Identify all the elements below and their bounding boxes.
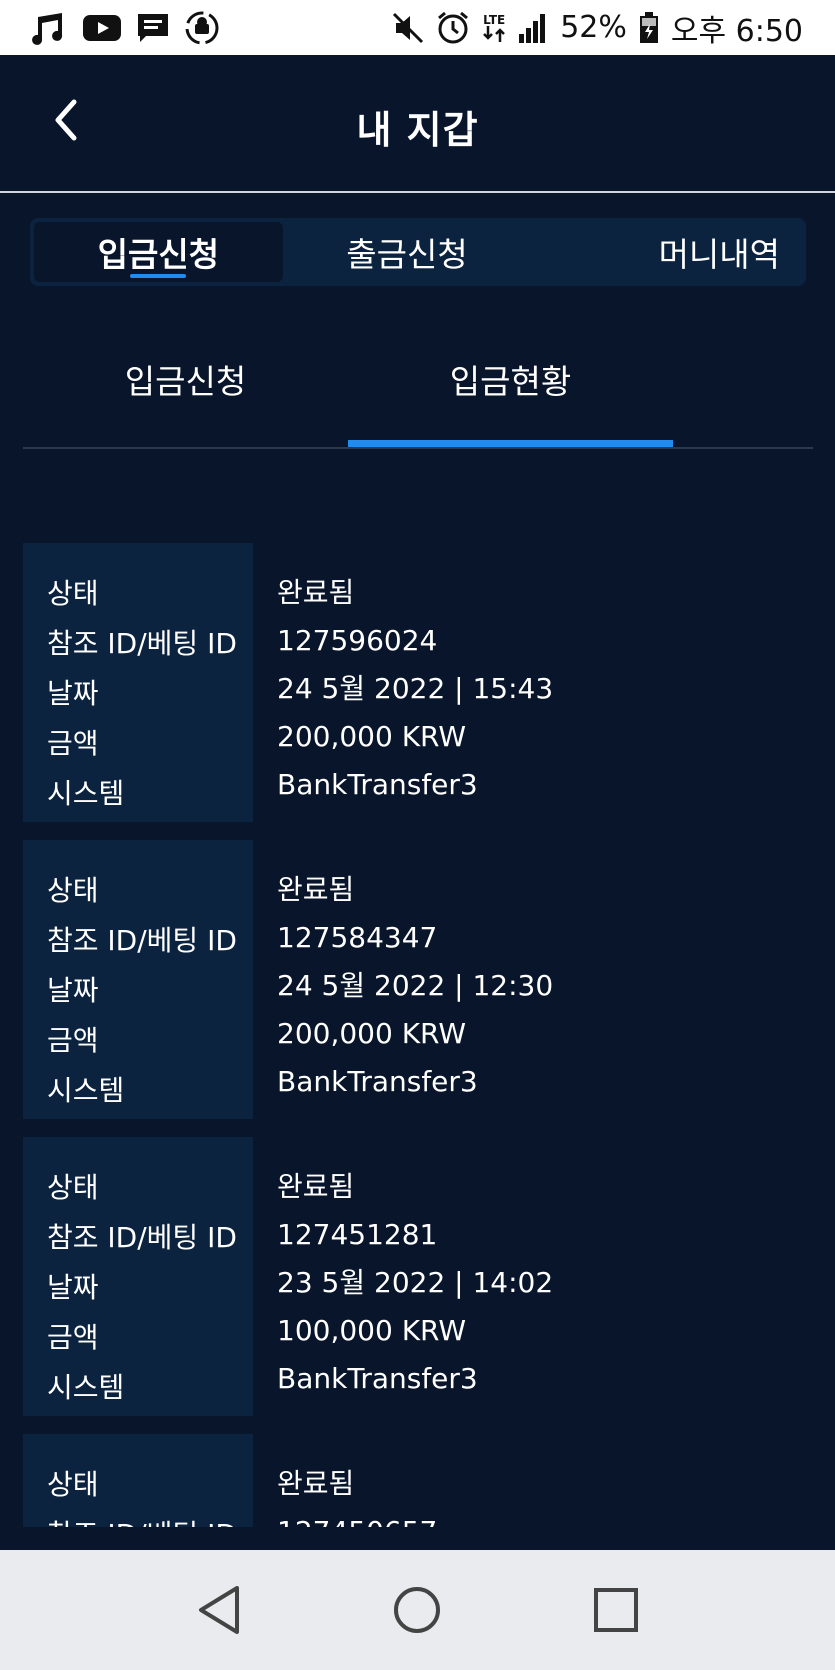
value-status: 완료됨	[277, 576, 355, 609]
clock: 오후 6:50	[670, 13, 803, 49]
label-date: 날짜	[47, 677, 99, 710]
label-ref: 참조 ID/베팅 ID	[47, 1510, 253, 1527]
deposit-record-list: 상태 참조 ID/베팅 ID 날짜 금액 시스템 완료됨 127596024 2…	[23, 543, 813, 1527]
label-system: 시스템	[47, 777, 125, 810]
value-status: 완료됨	[277, 1170, 355, 1203]
value-ref: 127596024	[277, 624, 438, 657]
tab-withdraw-request[interactable]: 출금신청	[283, 222, 532, 282]
record-labels: 상태 참조 ID/베팅 ID 날짜 금액 시스템	[23, 840, 253, 1119]
nav-recents-button[interactable]	[581, 1575, 651, 1645]
mute-icon	[392, 12, 424, 44]
label-status: 상태	[47, 1468, 99, 1501]
value-amount: 200,000 KRW	[277, 1017, 467, 1050]
square-recents-icon	[593, 1588, 638, 1632]
label-status: 상태	[47, 1171, 99, 1204]
message-icon	[136, 12, 170, 44]
circle-home-icon	[394, 1587, 441, 1633]
label-date: 날짜	[47, 974, 99, 1007]
value-date: 23 5월 2022 | 14:02	[277, 1266, 554, 1299]
list-item: 상태 참조 ID/베팅 ID 날짜 금액 시스템 완료됨 127584347 2…	[23, 840, 813, 1119]
app-header: 내 지갑	[0, 55, 835, 193]
label-status: 상태	[47, 874, 99, 907]
tab-deposit-request[interactable]: 입금신청	[34, 222, 283, 282]
triangle-back-icon	[199, 1586, 240, 1634]
lte-icon: LTE	[482, 14, 506, 42]
status-bar-left	[28, 10, 220, 46]
music-icon	[28, 11, 68, 45]
android-sync-icon	[184, 10, 220, 46]
value-ref: 127451281	[277, 1218, 438, 1251]
label-amount: 금액	[47, 1321, 99, 1354]
page-title: 내 지갑	[356, 108, 479, 152]
system-nav-bar	[0, 1550, 835, 1670]
value-date: 24 5월 2022 | 12:30	[277, 969, 554, 1002]
label-ref: 참조 ID/베팅 ID	[47, 924, 237, 957]
value-amount: 100,000 KRW	[277, 1314, 467, 1347]
list-item: 상태 참조 ID/베팅 ID 날짜 금액 시스템 완료됨 127596024 2…	[23, 543, 813, 822]
label-amount: 금액	[47, 727, 99, 760]
subtab-deposit-request[interactable]: 입금신청	[23, 330, 348, 447]
value-system: BankTransfer3	[277, 1065, 478, 1098]
value-status: 완료됨	[277, 1467, 355, 1500]
nav-home-button[interactable]	[382, 1575, 452, 1645]
wallet-tabs: 입금신청 출금신청 머니내역	[30, 218, 806, 286]
label-status: 상태	[47, 577, 99, 610]
status-bar: LTE 52% 오후 6:50	[0, 0, 835, 55]
battery-percent: 52%	[560, 10, 627, 45]
youtube-icon	[82, 13, 122, 43]
value-system: BankTransfer3	[277, 768, 478, 801]
list-item: 상태 참조 ID/베팅 ID 날짜 금액 시스템 완료됨 127451281 2…	[23, 1137, 813, 1416]
status-bar-right: LTE 52% 오후 6:50	[392, 6, 803, 50]
record-values: 완료됨 127450657	[253, 1434, 437, 1527]
label-system: 시스템	[47, 1371, 125, 1404]
network-label: LTE	[483, 12, 506, 27]
nav-back-button[interactable]	[184, 1575, 254, 1645]
value-ref: 127450657	[277, 1508, 437, 1527]
tab-money-history[interactable]: 머니내역	[531, 222, 802, 282]
value-amount: 200,000 KRW	[277, 720, 467, 753]
record-values: 완료됨 127596024 24 5월 2022 | 15:43 200,000…	[253, 543, 553, 822]
subtab-deposit-status[interactable]: 입금현황	[348, 330, 673, 447]
label-system: 시스템	[47, 1074, 125, 1107]
record-labels: 상태 참조 ID/베팅 ID 날짜 금액 시스템	[23, 1434, 253, 1527]
list-item: 상태 참조 ID/베팅 ID 날짜 금액 시스템 완료됨 127450657	[23, 1434, 813, 1527]
record-values: 완료됨 127451281 23 5월 2022 | 14:02 100,000…	[253, 1137, 553, 1416]
value-date: 24 5월 2022 | 15:43	[277, 672, 554, 705]
record-values: 완료됨 127584347 24 5월 2022 | 12:30 200,000…	[253, 840, 553, 1119]
label-ref: 참조 ID/베팅 ID	[47, 1221, 237, 1254]
value-ref: 127584347	[277, 921, 438, 954]
value-status: 완료됨	[277, 873, 355, 906]
battery-icon	[639, 11, 659, 44]
label-ref: 참조 ID/베팅 ID	[47, 627, 237, 660]
signal-icon	[518, 12, 548, 44]
value-system: BankTransfer3	[277, 1362, 478, 1395]
label-date: 날짜	[47, 1271, 99, 1304]
deposit-subtabs: 입금신청 입금현황	[23, 330, 813, 449]
record-labels: 상태 참조 ID/베팅 ID 날짜 금액 시스템	[23, 543, 253, 822]
alarm-icon	[436, 11, 470, 45]
label-amount: 금액	[47, 1024, 99, 1057]
record-labels: 상태 참조 ID/베팅 ID 날짜 금액 시스템	[23, 1137, 253, 1416]
